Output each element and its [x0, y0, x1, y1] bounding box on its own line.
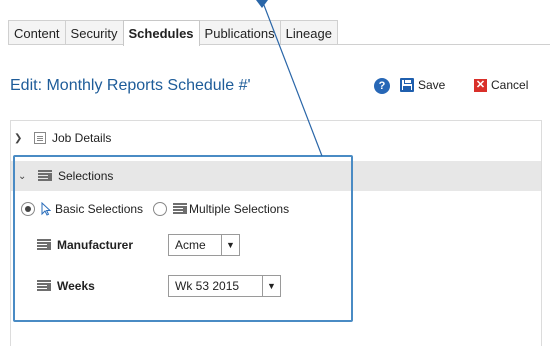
tab-lineage[interactable]: Lineage: [279, 20, 338, 44]
tab-publications[interactable]: Publications: [198, 20, 281, 44]
cancel-label: Cancel: [491, 78, 529, 92]
cancel-button[interactable]: ✕ Cancel: [474, 78, 528, 92]
save-label: Save: [418, 78, 446, 92]
tab-security[interactable]: Security: [64, 20, 124, 44]
highlight-box: [13, 155, 353, 322]
job-details-label: Job Details: [52, 131, 112, 145]
tab-schedules[interactable]: Schedules: [122, 20, 200, 46]
help-icon[interactable]: ?: [374, 78, 390, 94]
tab-content[interactable]: Content: [8, 20, 66, 44]
chevron-right-icon[interactable]: ❯: [14, 133, 28, 144]
tab-bar: Content Security Schedules Publications …: [8, 20, 338, 46]
cancel-icon: ✕: [474, 78, 487, 92]
document-icon: [34, 132, 46, 144]
tab-divider: [8, 44, 550, 45]
save-button[interactable]: Save: [400, 78, 445, 92]
page-title: Edit: Monthly Reports Schedule #': [10, 77, 251, 94]
save-icon: [400, 78, 414, 92]
job-details-row[interactable]: ❯ Job Details: [14, 131, 111, 145]
